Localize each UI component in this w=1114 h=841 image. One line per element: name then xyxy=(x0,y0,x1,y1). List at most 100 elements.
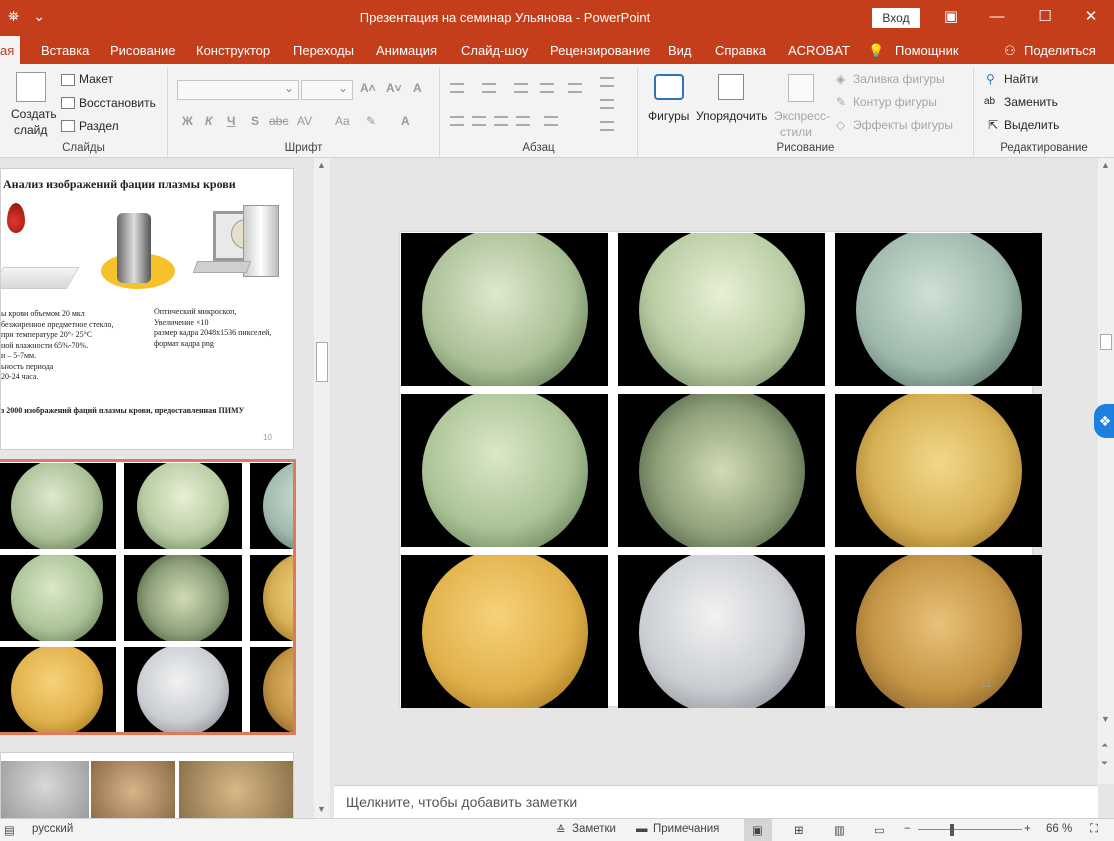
ribbon-display-icon[interactable]: ▣ xyxy=(936,6,966,28)
clear-format-icon[interactable]: A xyxy=(413,81,422,95)
align-right-icon[interactable] xyxy=(494,116,508,126)
scroll-down-icon[interactable]: ▼ xyxy=(317,804,326,814)
slideshow-icon[interactable]: ▭ xyxy=(874,823,885,837)
tab-insert[interactable]: Вставка xyxy=(41,43,89,58)
new-slide-icon[interactable] xyxy=(16,72,46,102)
align-center-icon[interactable] xyxy=(472,116,486,126)
section-button[interactable]: Раздел xyxy=(79,119,119,133)
justify-icon[interactable] xyxy=(516,116,530,126)
scroll-down-icon[interactable]: ▼ xyxy=(1101,714,1110,724)
thumbnail-facies-dish-3 xyxy=(263,463,293,549)
tab-acrobat[interactable]: ACROBAT xyxy=(788,43,850,58)
tab-home[interactable]: ая xyxy=(0,36,21,64)
new-slide-button[interactable]: Создать xyxy=(11,107,57,121)
fit-slide-icon[interactable]: ⛶ xyxy=(1090,823,1098,836)
strike-abc-button[interactable]: abc xyxy=(269,114,288,128)
zoom-slider-track[interactable] xyxy=(918,829,1022,830)
decrease-indent-icon[interactable] xyxy=(514,83,528,93)
tab-tell-me[interactable]: Помощник xyxy=(895,43,959,58)
slide-thumbnail-12[interactable] xyxy=(0,752,294,818)
reset-button[interactable]: Восстановить xyxy=(79,96,156,110)
bullets-icon[interactable] xyxy=(450,83,464,93)
tab-transitions[interactable]: Переходы xyxy=(293,43,354,58)
zoom-out-button[interactable]: − xyxy=(904,823,911,835)
italic-button[interactable]: К xyxy=(205,114,212,128)
facies-dish-9 xyxy=(855,555,1022,708)
strikethrough-button[interactable]: S xyxy=(251,114,259,128)
sign-in-button[interactable]: Вход xyxy=(872,8,920,28)
numbering-icon[interactable] xyxy=(482,83,496,93)
facies-image-9 xyxy=(835,555,1042,708)
shape-outline-button[interactable]: Контур фигуры xyxy=(853,95,937,109)
tab-help[interactable]: Справка xyxy=(715,43,766,58)
reading-view-icon[interactable]: ▥ xyxy=(834,823,845,837)
thumbnail-facies-image-3 xyxy=(250,463,293,549)
zoom-level[interactable]: 66 % xyxy=(1046,823,1072,835)
slide-scroll-thumb[interactable] xyxy=(1100,334,1112,350)
tab-view[interactable]: Вид xyxy=(668,43,692,58)
slide-scrollbar[interactable]: ▲ ▼ ⏶ ⏷ xyxy=(1098,158,1114,784)
current-slide[interactable] xyxy=(400,232,1042,708)
facies-image-2 xyxy=(618,233,825,386)
find-button[interactable]: Найти xyxy=(1004,72,1038,86)
char-spacing-button[interactable]: AV xyxy=(297,114,312,128)
shapes-icon[interactable] xyxy=(654,74,684,100)
minimize-icon[interactable]: — xyxy=(982,6,1012,28)
paragraph-group: Абзац xyxy=(440,68,638,156)
slide-thumbnail-11-selected[interactable]: 11 xyxy=(0,459,296,735)
tab-draw[interactable]: Рисование xyxy=(110,43,175,58)
share-button[interactable]: Поделиться xyxy=(1024,43,1096,58)
tab-review[interactable]: Рецензирование xyxy=(550,43,650,58)
select-button[interactable]: Выделить xyxy=(1004,118,1059,132)
layout-button[interactable]: Макет xyxy=(79,72,113,86)
text-direction-icon[interactable] xyxy=(600,77,614,87)
arrange-button[interactable]: Упорядочить xyxy=(696,109,767,123)
underline-button[interactable]: Ч xyxy=(227,114,235,128)
slide-thumbnail-10[interactable]: Анализ изображений фации плазмы крови ы … xyxy=(0,168,294,450)
tab-design[interactable]: Конструктор xyxy=(196,43,270,58)
smartart-icon[interactable] xyxy=(600,121,614,131)
font-name-combo[interactable] xyxy=(177,80,299,100)
highlight-button[interactable]: ✎ xyxy=(366,114,376,128)
change-case-button[interactable]: Aa xyxy=(335,114,350,128)
scroll-up-icon[interactable]: ▲ xyxy=(317,160,326,170)
line-spacing-icon[interactable] xyxy=(568,83,582,93)
bold-button[interactable]: Ж xyxy=(182,114,193,128)
align-left-icon[interactable] xyxy=(450,116,464,126)
next-slide-icon[interactable]: ⏷ xyxy=(1101,758,1108,769)
notes-pane[interactable]: Щелкните, чтобы добавить заметки xyxy=(334,785,1098,818)
dropbox-icon[interactable]: ❖ xyxy=(1094,404,1114,438)
spellcheck-icon[interactable]: ▤ xyxy=(4,823,15,837)
quick-styles-button[interactable]: Экспресс- xyxy=(774,109,830,123)
slide-sorter-icon[interactable]: ⊞ xyxy=(794,823,804,837)
comments-button[interactable]: Примечания xyxy=(653,823,719,835)
tab-animations[interactable]: Анимация xyxy=(376,43,437,58)
zoom-slider-thumb[interactable] xyxy=(950,824,954,836)
facies-dish-2 xyxy=(638,233,805,386)
shape-fill-button[interactable]: Заливка фигуры xyxy=(853,72,945,86)
thumbnail-facies-image-1 xyxy=(0,463,116,549)
shape-effects-button[interactable]: Эффекты фигуры xyxy=(853,118,953,132)
increase-indent-icon[interactable] xyxy=(540,83,554,93)
notes-button[interactable]: Заметки xyxy=(572,823,616,835)
font-size-combo[interactable] xyxy=(301,80,353,100)
align-text-icon[interactable] xyxy=(600,99,614,109)
tab-slideshow[interactable]: Слайд-шоу xyxy=(461,43,528,58)
thumbnail-scrollbar-track[interactable]: ▲ ▼ xyxy=(314,158,330,818)
arrange-icon[interactable] xyxy=(718,74,744,100)
maximize-icon[interactable]: ☐ xyxy=(1030,6,1060,28)
increase-font-icon[interactable]: A˄ xyxy=(360,81,376,95)
replace-button[interactable]: Заменить xyxy=(1004,95,1058,109)
thumbnail-scroll-thumb[interactable] xyxy=(316,342,328,382)
shapes-button[interactable]: Фигуры xyxy=(648,109,689,123)
new-slide-dropdown[interactable]: слайд xyxy=(14,123,47,137)
close-icon[interactable]: ✕ xyxy=(1076,6,1106,28)
scroll-up-icon[interactable]: ▲ xyxy=(1101,160,1110,170)
zoom-in-button[interactable]: + xyxy=(1024,823,1031,835)
font-color-button[interactable]: A xyxy=(401,114,410,128)
quick-styles-icon[interactable] xyxy=(788,74,814,102)
language-indicator[interactable]: русский xyxy=(32,823,73,835)
previous-slide-icon[interactable]: ⏶ xyxy=(1101,740,1108,751)
columns-icon[interactable] xyxy=(544,116,558,126)
decrease-font-icon[interactable]: A˅ xyxy=(386,81,402,95)
